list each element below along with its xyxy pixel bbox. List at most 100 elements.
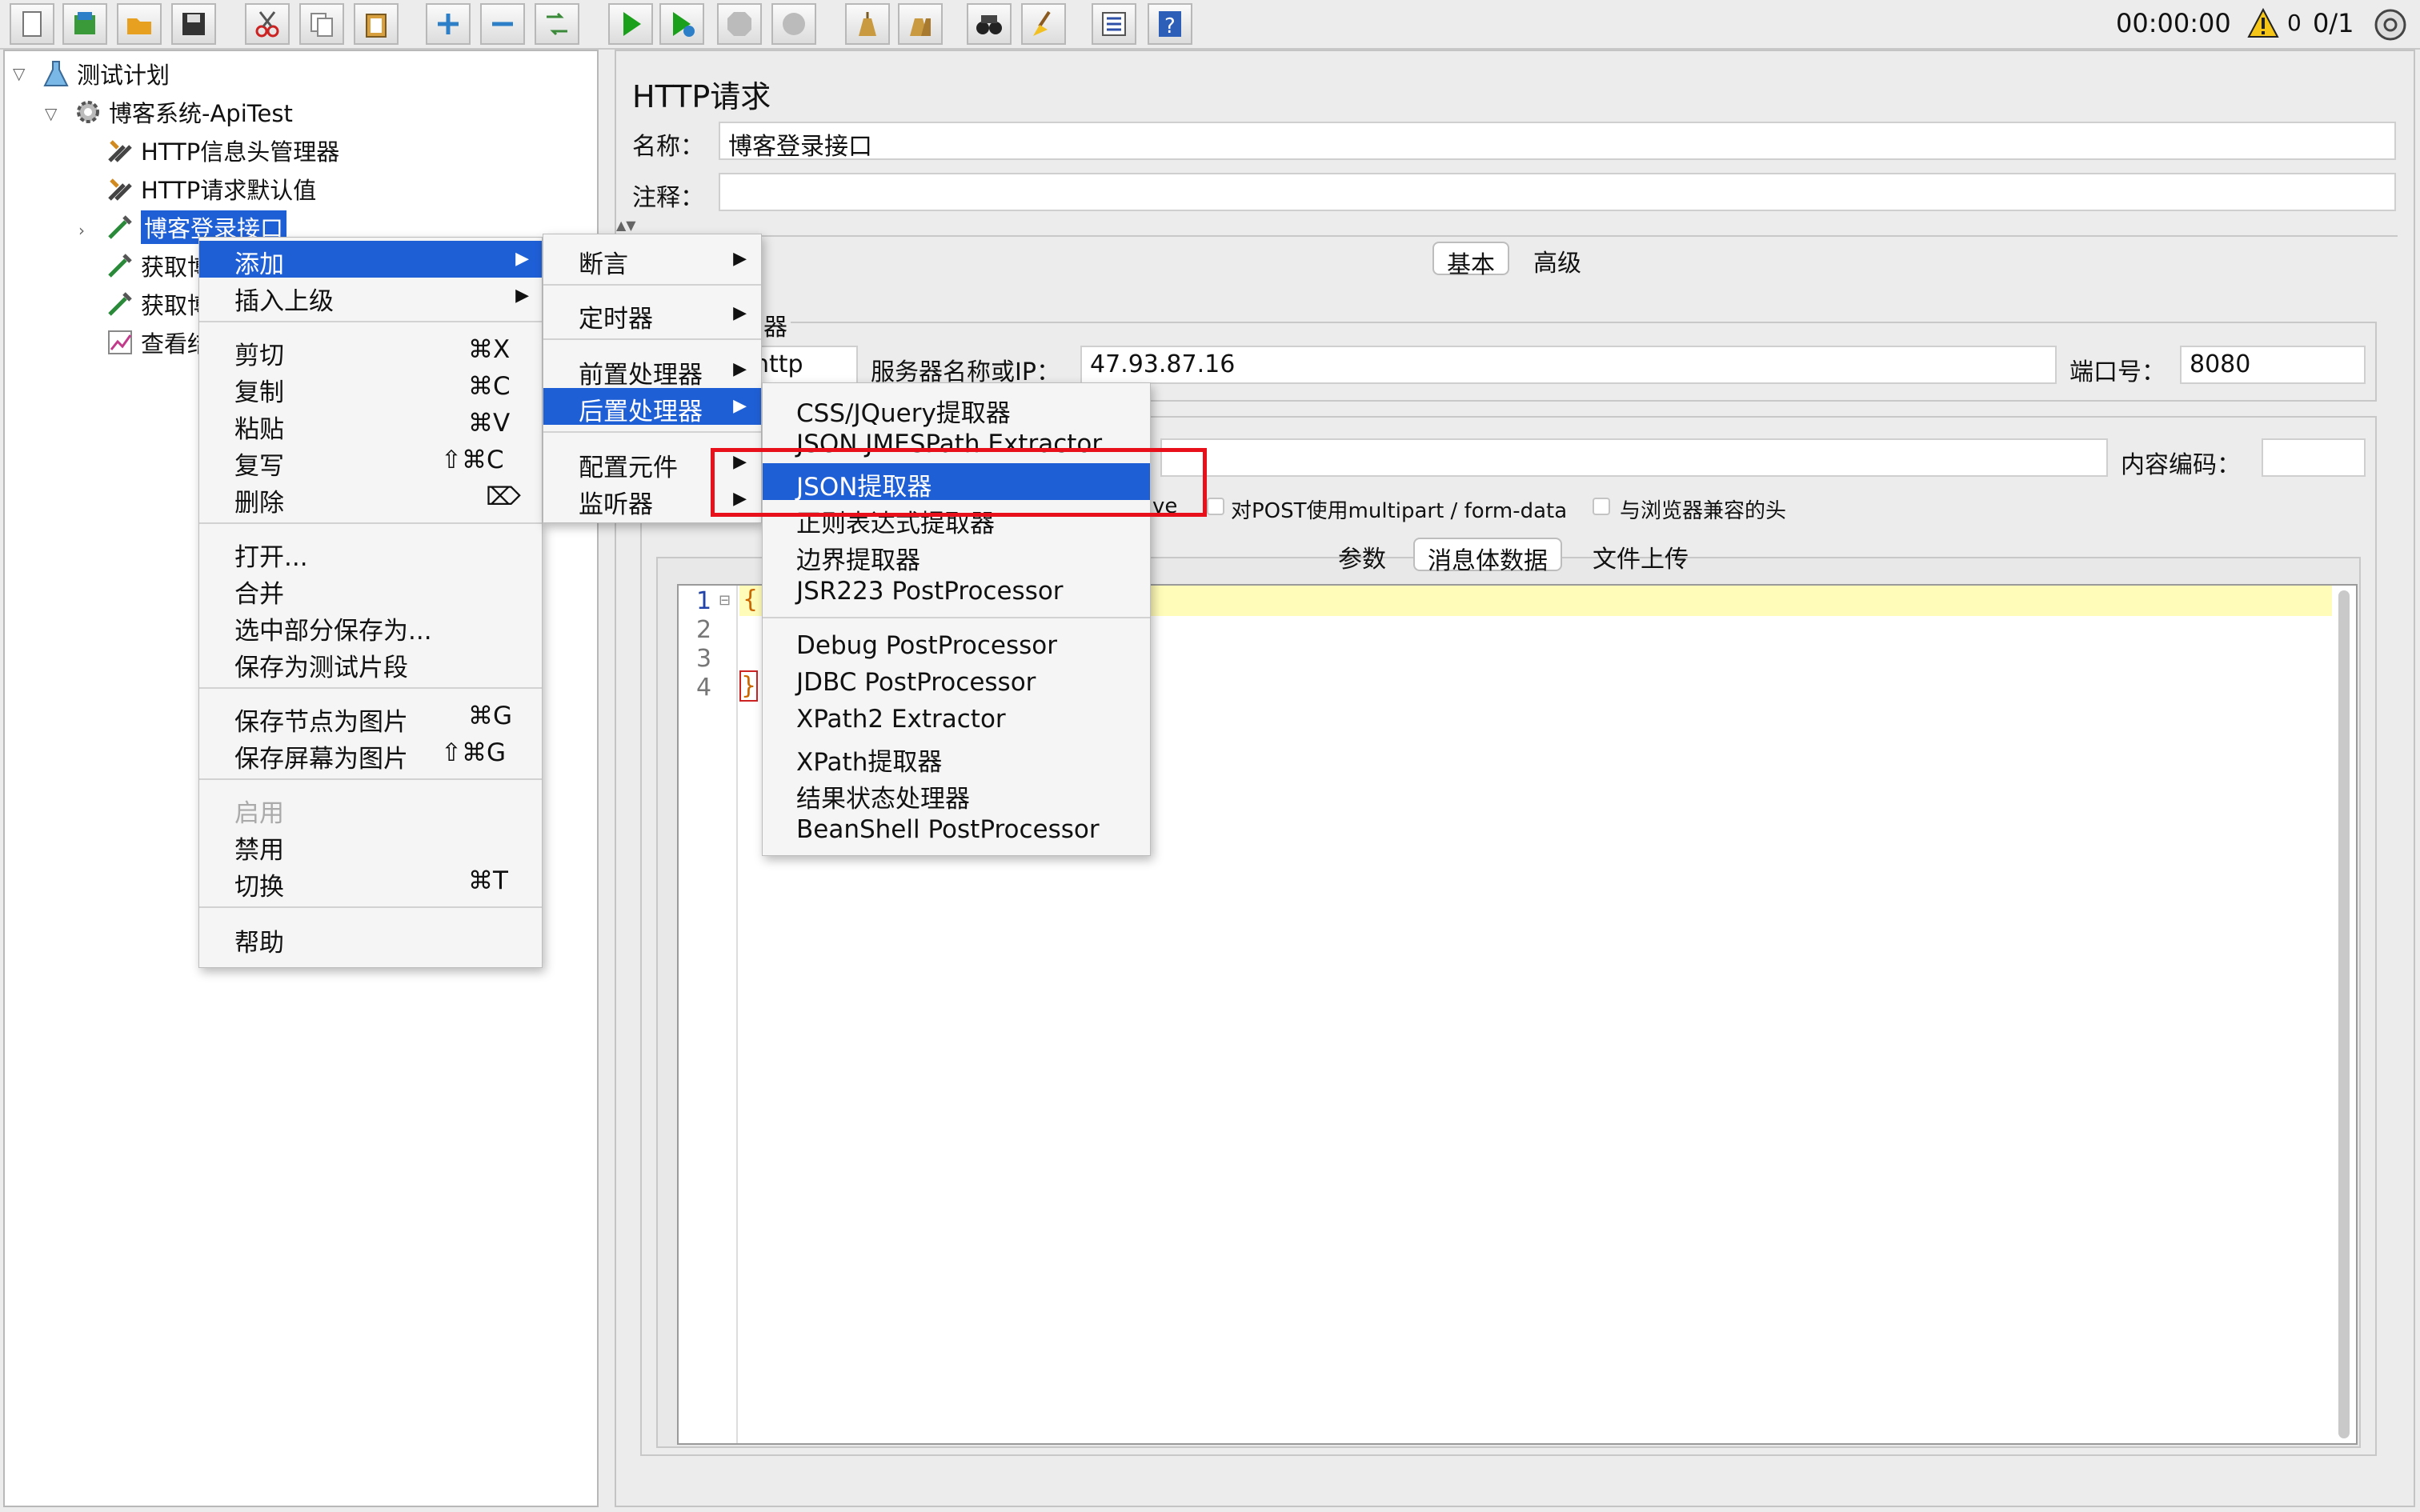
port-label: 端口号： [2069, 358, 2166, 386]
tab-file-upload[interactable]: 文件上传 [1580, 538, 1701, 574]
main-toolbar: ? 00:00:00 0 0/1 [0, 0, 2420, 50]
menu-item-debug-postprocessor[interactable]: Debug PostProcessor [763, 628, 1150, 665]
pipette-icon [104, 250, 136, 282]
tree-node-label: HTTP请求默认值 [141, 177, 317, 204]
flask-icon [40, 58, 72, 90]
help-icon[interactable]: ? [1148, 3, 1192, 45]
tab-basic[interactable]: 基本 [1432, 242, 1509, 279]
menu-item-xpath-extractor[interactable]: XPath提取器 [763, 738, 1150, 777]
tree-node-test-plan[interactable]: 测试计划 [40, 56, 170, 91]
menu-item-save-screen-image[interactable]: 保存屏幕为图片 ⇧⌘G [199, 735, 542, 774]
line-number: 2 [696, 616, 712, 644]
chevron-right-icon[interactable]: › [78, 221, 85, 240]
collapse-icon[interactable] [480, 3, 525, 45]
menu-item-postprocessor[interactable]: 后置处理器 ▶ [543, 388, 761, 426]
menu-item-delete[interactable]: 删除 ⌦ [199, 479, 542, 518]
editor-scrollbar[interactable] [2338, 590, 2350, 1438]
chart-icon [104, 326, 136, 358]
server-field[interactable]: 47.93.87.16 [1080, 346, 2057, 384]
browser-headers-checkbox[interactable] [1593, 498, 1610, 515]
pipette-icon [104, 211, 136, 243]
menu-item-jsr223-postprocessor[interactable]: JSR223 PostProcessor [763, 574, 1150, 610]
new-icon[interactable] [10, 3, 54, 45]
expand-icon[interactable] [426, 3, 471, 45]
tree-node-view-results[interactable]: 查看结 [104, 325, 210, 360]
warning-count: 0 [2287, 10, 2302, 36]
search-icon[interactable] [967, 3, 1012, 45]
line-number-gutter: 1 2 3 4 ⊟ [679, 586, 738, 1443]
name-field[interactable]: 博客登录接口 [719, 122, 2396, 160]
menu-item-add[interactable]: 添加 ▶ [199, 241, 542, 279]
wrench-icon [104, 173, 136, 205]
open-icon[interactable] [117, 3, 162, 45]
encoding-field[interactable] [2262, 438, 2366, 477]
menu-item-cut[interactable]: 剪切 ⌘X [199, 332, 542, 370]
path-field[interactable] [1160, 438, 2108, 477]
warning-icon[interactable] [2247, 8, 2279, 38]
chevron-down-icon[interactable]: ▽ [45, 104, 57, 123]
menu-item-beanshell-postprocessor[interactable]: BeanShell PostProcessor [763, 812, 1150, 849]
shutdown-icon [771, 3, 816, 45]
tree-node-get-request-1[interactable]: 获取博 [104, 248, 210, 283]
tree-node-label: 测试计划 [77, 62, 170, 89]
fold-icon[interactable]: ⊟ [719, 592, 731, 609]
gear-icon [72, 96, 104, 128]
menu-item-disable[interactable]: 禁用 [199, 826, 542, 865]
menu-item-preprocessor[interactable]: 前置处理器 ▶ [543, 351, 761, 390]
port-field[interactable]: 8080 [2180, 346, 2366, 384]
menu-item-boundary-extractor[interactable]: 边界提取器 [763, 537, 1150, 575]
save-icon[interactable] [171, 3, 216, 45]
elapsed-timer: 00:00:00 [2116, 8, 2231, 38]
line-number: 4 [696, 674, 712, 702]
active-threads: 0/1 [2313, 8, 2354, 38]
tree-node-request-defaults[interactable]: HTTP请求默认值 [104, 171, 316, 206]
tab-parameters[interactable]: 参数 [1325, 538, 1399, 574]
templates-icon[interactable] [62, 3, 107, 45]
menu-item-result-status-handler[interactable]: 结果状态处理器 [763, 775, 1150, 814]
paste-icon[interactable] [354, 3, 399, 45]
status-gear-icon[interactable] [2372, 6, 2409, 43]
name-label: 名称： [632, 133, 704, 161]
menu-item-duplicate[interactable]: 复写 ⇧⌘C [199, 442, 542, 481]
menu-item-help[interactable]: 帮助 [199, 919, 542, 958]
menu-item-copy[interactable]: 复制 ⌘C [199, 369, 542, 407]
toggle-icon[interactable] [535, 3, 579, 45]
menu-item-timer[interactable]: 定时器 ▶ [543, 295, 761, 334]
context-menu: 添加 ▶ 插入上级 ▶ 剪切 ⌘X 复制 ⌘C 粘贴 ⌘V 复写 ⇧⌘C 删除 ⌦ 打开...… [198, 237, 543, 968]
menu-item-paste[interactable]: 粘贴 ⌘V [199, 406, 542, 444]
split-arrows-icon[interactable]: ▲▼ [616, 218, 636, 233]
start-icon[interactable] [608, 3, 653, 45]
pipette-icon [104, 288, 136, 320]
start-no-pause-icon[interactable] [659, 3, 704, 45]
tree-node-thread-group[interactable]: 博客系统-ApiTest [72, 94, 293, 130]
cut-icon[interactable] [245, 3, 290, 45]
clear-icon[interactable] [845, 3, 890, 45]
tree-node-get-request-2[interactable]: 获取博 [104, 286, 210, 322]
comment-field[interactable] [719, 173, 2396, 211]
menu-item-xpath2-extractor[interactable]: XPath2 Extractor [763, 702, 1150, 738]
menu-item-save-fragment[interactable]: 保存为测试片段 [199, 644, 542, 682]
menu-item-insert-parent[interactable]: 插入上级 ▶ [199, 278, 542, 316]
menu-item-open[interactable]: 打开... [199, 534, 542, 572]
tab-body-data[interactable]: 消息体数据 [1413, 538, 1562, 575]
copy-icon[interactable] [299, 3, 344, 45]
tree-node-header-manager[interactable]: HTTP信息头管理器 [104, 133, 339, 168]
menu-item-jdbc-postprocessor[interactable]: JDBC PostProcessor [763, 665, 1150, 702]
wrench-icon [104, 134, 136, 166]
page-title: HTTP请求 [632, 79, 771, 114]
menu-item-assertion[interactable]: 断言 ▶ [543, 241, 761, 279]
menu-item-css-extractor[interactable]: CSS/JQuery提取器 [763, 390, 1150, 428]
tab-advanced[interactable]: 高级 [1521, 242, 1594, 278]
menu-item-save-node-image[interactable]: 保存节点为图片 ⌘G [199, 698, 542, 737]
code-open-brace: { [743, 586, 759, 614]
chevron-down-icon[interactable]: ▽ [13, 64, 25, 83]
function-helper-icon[interactable] [1092, 3, 1136, 45]
multipart-checkbox[interactable] [1207, 498, 1224, 515]
menu-item-merge[interactable]: 合并 [199, 570, 542, 609]
multipart-label: 对POST使用multipart / form-data [1231, 499, 1568, 523]
clear-all-icon[interactable] [898, 3, 943, 45]
menu-item-toggle[interactable]: 切换 ⌘T [199, 863, 542, 902]
menu-item-save-selection[interactable]: 选中部分保存为... [199, 607, 542, 646]
svg-text:?: ? [1164, 14, 1176, 38]
reset-search-icon[interactable] [1021, 3, 1066, 45]
